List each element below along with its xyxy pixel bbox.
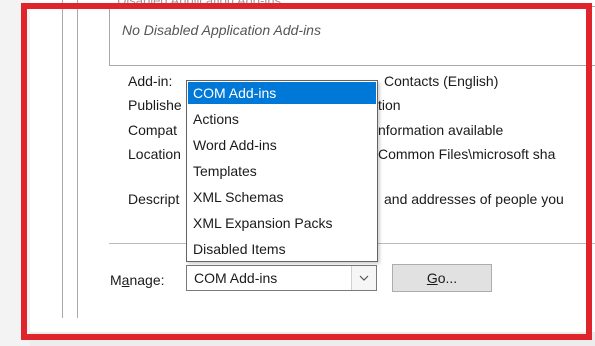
dropdown-option-word-addins[interactable]: Word Add-ins: [188, 134, 376, 156]
left-margin: [0, 0, 30, 346]
location-value: Common Files\microsoft sha: [378, 146, 556, 162]
dropdown-option-xml-expansion-packs[interactable]: XML Expansion Packs: [188, 212, 376, 234]
addin-value: Contacts (English): [384, 73, 499, 89]
go-button-accesskey: G: [426, 270, 438, 286]
compatibility-label: Compat: [128, 122, 178, 138]
go-button[interactable]: Go...: [392, 264, 492, 292]
panel-border-left: [62, 0, 63, 318]
manage-label-start: M: [110, 272, 122, 288]
chevron-down-icon: [359, 275, 369, 281]
location-label: Location: [128, 146, 181, 162]
manage-dropdown-list[interactable]: COM Add-ins Actions Word Add-ins Templat…: [186, 80, 378, 262]
panel-border-inner: [77, 0, 78, 318]
dropdown-option-com-addins[interactable]: COM Add-ins: [188, 82, 376, 104]
description-value: and addresses of people you: [384, 191, 564, 207]
publisher-label: Publishe: [128, 97, 182, 113]
manage-select[interactable]: COM Add-ins: [186, 265, 377, 291]
manage-label-end: nage:: [129, 272, 165, 288]
manage-select-value: COM Add-ins: [194, 270, 278, 286]
compatibility-value: nformation available: [378, 122, 504, 138]
disabled-addins-empty-text: No Disabled Application Add-ins: [122, 22, 321, 38]
manage-select-arrow[interactable]: [351, 266, 376, 290]
go-button-label: o...: [437, 270, 458, 286]
dropdown-option-templates[interactable]: Templates: [188, 160, 376, 182]
screenshot-stage: Disabled Application Add-ins No Disabled…: [0, 0, 595, 346]
manage-label: Manage:: [110, 272, 165, 288]
description-label: Descript: [128, 191, 180, 207]
dropdown-option-xml-schemas[interactable]: XML Schemas: [188, 186, 376, 208]
dropdown-option-actions[interactable]: Actions: [188, 108, 376, 130]
dropdown-option-disabled-items[interactable]: Disabled Items: [188, 238, 376, 260]
addin-label: Add-in:: [128, 73, 173, 89]
publisher-value: tion: [378, 97, 401, 113]
